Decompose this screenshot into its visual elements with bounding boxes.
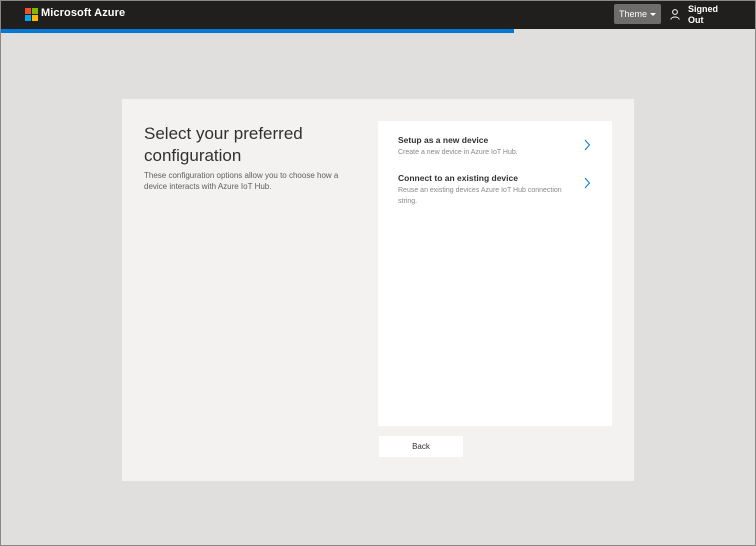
window-border: [0, 0, 756, 546]
